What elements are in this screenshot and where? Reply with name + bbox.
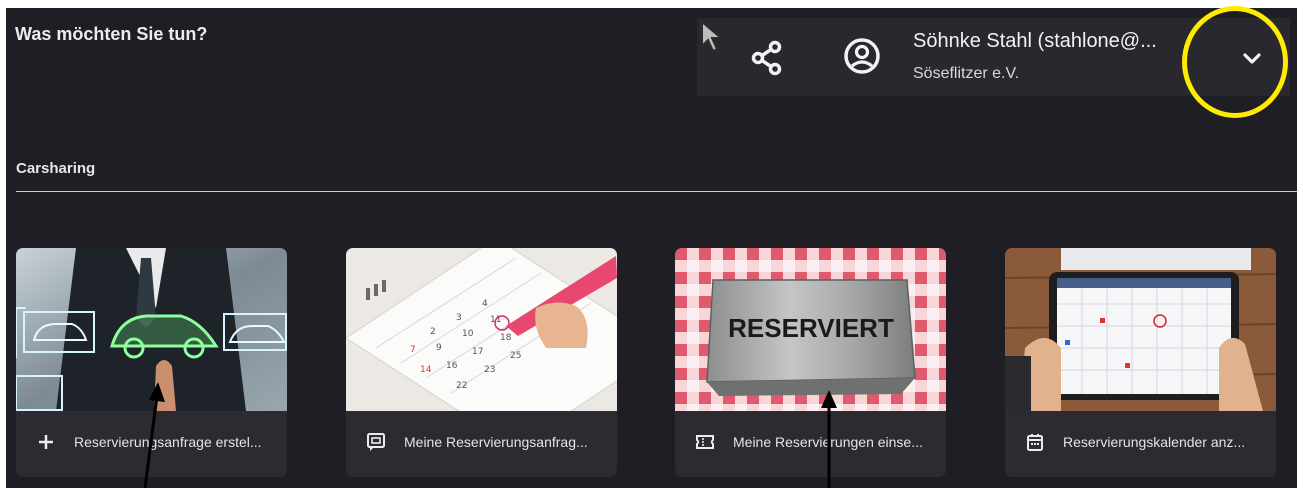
account-circle-icon[interactable]	[842, 36, 882, 76]
svg-text:2: 2	[430, 327, 436, 337]
card-image-tablet-calendar	[1005, 248, 1276, 411]
plus-icon	[39, 435, 53, 449]
card-action[interactable]: Reservierungskalender anz...	[1005, 411, 1276, 477]
share-icon[interactable]	[747, 38, 787, 78]
user-name: Söhnke Stahl (stahlone@...	[913, 30, 1157, 52]
svg-text:7: 7	[410, 345, 416, 355]
message-icon	[367, 433, 385, 451]
svg-text:14: 14	[420, 365, 432, 375]
svg-text:23: 23	[484, 365, 495, 375]
card-image-calendar-marker: 234 9 10 11 16 17 18 22 23 25 7 14	[346, 248, 617, 411]
svg-text:18: 18	[500, 333, 512, 343]
mouse-pointer-icon	[701, 20, 724, 53]
ticket-icon	[696, 435, 714, 449]
page-title: Was möchten Sie tun?	[15, 24, 208, 44]
svg-text:25: 25	[510, 351, 521, 361]
section-divider	[16, 191, 1297, 192]
svg-text:10: 10	[462, 329, 474, 339]
svg-text:22: 22	[456, 381, 467, 391]
svg-text:9: 9	[436, 343, 442, 353]
calendar-icon	[1027, 434, 1043, 451]
card-reservation-calendar[interactable]: Reservierungskalender anz...	[1005, 248, 1276, 477]
card-label: Reservierungskalender anz...	[1063, 434, 1246, 450]
card-label: Reservierungsanfrage erstel...	[74, 434, 262, 450]
section-title: Carsharing	[16, 160, 96, 177]
card-label: Meine Reservierungsanfrag...	[404, 434, 588, 450]
card-action[interactable]: Meine Reservierungsanfrag...	[346, 411, 617, 477]
app-window: Was möchten Sie tun? Söhnke Stahl (stahl…	[6, 8, 1297, 488]
card-my-reservation-requests[interactable]: 234 9 10 11 16 17 18 22 23 25 7 14 Meine…	[346, 248, 617, 477]
annotation-arrow-left	[143, 382, 165, 488]
user-organization: Söseflitzer e.V.	[913, 65, 1020, 82]
card-action[interactable]: Meine Reservierungen einse...	[675, 411, 946, 477]
annotation-arrow-right	[821, 390, 837, 488]
svg-text:3: 3	[456, 313, 462, 323]
annotation-highlight-circle	[1182, 6, 1288, 118]
reserved-sign-text: RESERVIERT	[728, 313, 894, 343]
svg-text:16: 16	[446, 361, 458, 371]
card-image-reserved-sign: RESERVIERT	[675, 248, 946, 411]
svg-text:17: 17	[472, 347, 483, 357]
svg-text:4: 4	[482, 299, 488, 309]
card-my-reservations[interactable]: RESERVIERT Meine Reservierungen einse...	[675, 248, 946, 477]
